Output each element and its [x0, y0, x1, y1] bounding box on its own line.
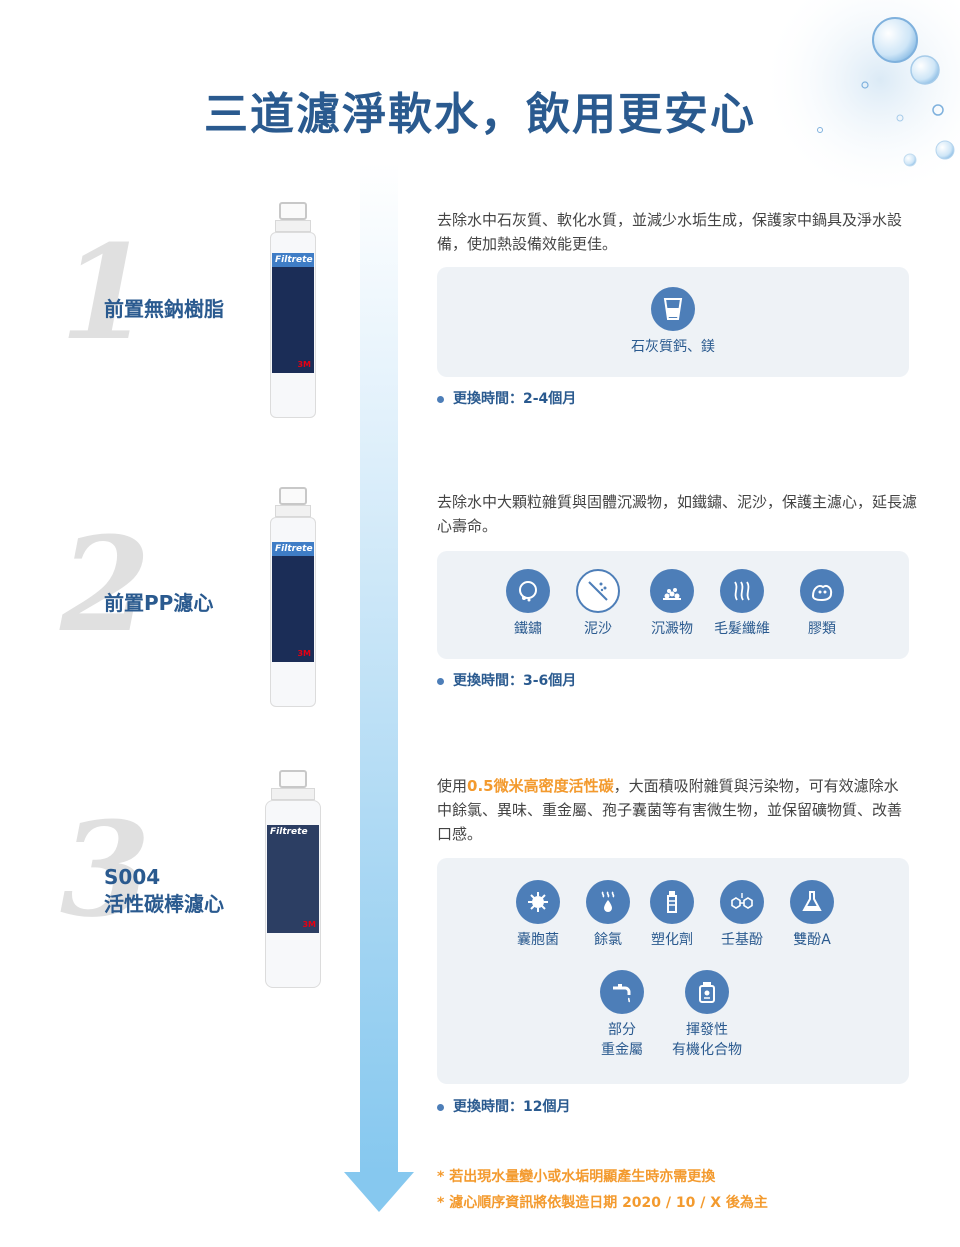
icon-label: 石灰質鈣、鎂 — [631, 339, 715, 355]
plastic-bottle-icon — [650, 880, 694, 924]
bullet-dot — [437, 395, 444, 403]
icon-label: 膠類 — [808, 621, 836, 637]
replace-text: 更換時間：3-6個月 — [453, 673, 577, 689]
chlorine-icon — [586, 880, 630, 924]
filter-logo-2: 3M — [297, 649, 311, 658]
flask-icon — [790, 880, 834, 924]
note-replace-condition: * 若出現水量變小或水垢明顯產生時亦需更換 — [437, 1169, 716, 1185]
faucet-icon — [600, 970, 644, 1014]
stage-3-name-code: S004 — [104, 865, 161, 889]
stage-2-description: 去除水中大顆粒雜質與固體沉澱物，如鐵鏽、泥沙，保護主濾心，延長濾心壽命。 — [437, 493, 918, 535]
stage-1-icon-panel: 石灰質鈣、鎂 — [437, 267, 909, 377]
filter-image-3: Filtrete 3M — [265, 770, 321, 988]
icon-label: 揮發性 有機化合物 — [662, 1020, 752, 1060]
desc-prefix: 使用 — [437, 777, 468, 795]
stage-3-name-type: 活性碳棒濾心 — [104, 892, 224, 916]
sand-icon — [576, 569, 620, 613]
stage-3-name: S004 活性碳棒濾心 — [104, 864, 224, 918]
stage-2-replace-time: 更換時間：3-6個月 — [437, 670, 576, 690]
chemical-jar-icon — [685, 970, 729, 1014]
replace-text: 更換時間：2-4個月 — [453, 391, 577, 407]
icon-label: 部分 重金屬 — [577, 1020, 667, 1060]
filter-brand-1: Filtrete — [272, 253, 314, 267]
stage-3-icon-panel: 囊胞菌 餘氯 塑化劑 壬基酚 雙酚A 部分 重金屬 揮發性 有機化合物 — [437, 858, 909, 1084]
bullet-dot — [437, 677, 444, 685]
stage-number-1: 1 — [60, 216, 151, 369]
rusty-pipe-icon — [506, 569, 550, 613]
icon-item-limestone: 石灰質鈣、鎂 — [628, 287, 718, 357]
icon-item-hair: 毛髮纖維 — [697, 569, 787, 639]
icon-item-voc: 揮發性 有機化合物 — [662, 970, 752, 1060]
stage-2-icon-panel: 鐵鏽 泥沙 沉澱物 毛髮纖維 膠類 — [437, 551, 909, 659]
flow-arrow-shaft — [360, 163, 398, 1173]
icon-item-colloid: 膠類 — [777, 569, 867, 639]
replace-text: 更換時間：12個月 — [453, 1099, 571, 1115]
hair-fiber-icon — [720, 569, 764, 613]
bullet-dot — [437, 1103, 444, 1111]
desc-highlight: 0.5微米高密度活性碳 — [467, 777, 614, 795]
colloid-icon — [800, 569, 844, 613]
icon-item-heavy-metal: 部分 重金屬 — [577, 970, 667, 1060]
filter-brand-2: Filtrete — [272, 542, 314, 556]
note-filter-order: * 濾心順序資訊將依製造日期 2020 / 10 / X 後為主 — [437, 1195, 768, 1211]
molecule-icon — [720, 880, 764, 924]
filter-logo-3: 3M — [302, 920, 316, 929]
stage-1-description: 去除水中石灰質、軟化水質，並減少水垢生成，保護家中鍋具及淨水設備，使加熱設備效能… — [437, 211, 903, 253]
stage-1-replace-time: 更換時間：2-4個月 — [437, 388, 576, 408]
sediment-icon — [650, 569, 694, 613]
water-glass-icon — [651, 287, 695, 331]
stage-1-name: 前置無鈉樹脂 — [104, 297, 224, 321]
filter-image-2: Filtrete 3M — [270, 487, 316, 707]
water-bubbles-decoration — [760, 0, 960, 200]
bacteria-icon — [516, 880, 560, 924]
icon-label-line2: 有機化合物 — [672, 1042, 742, 1058]
filter-image-1: Filtrete 3M — [270, 202, 316, 418]
filter-logo-1: 3M — [297, 360, 311, 369]
stage-3-replace-time: 更換時間：12個月 — [437, 1096, 570, 1116]
stage-number-2: 2 — [60, 508, 151, 661]
icon-label-line1: 揮發性 — [686, 1022, 728, 1038]
filter-brand-3: Filtrete — [267, 825, 319, 839]
icon-label-line1: 部分 — [608, 1022, 636, 1038]
icon-label: 毛髮纖維 — [714, 621, 770, 637]
icon-item-bpa: 雙酚A — [767, 880, 857, 950]
icon-label: 雙酚A — [793, 932, 831, 948]
icon-label-line2: 重金屬 — [601, 1042, 643, 1058]
stage-2-name: 前置PP濾心 — [104, 591, 214, 615]
stage-3-description: 使用0.5微米高密度活性碳，大面積吸附雜質與污染物，可有效濾除水中餘氯、異味、重… — [437, 774, 912, 846]
flow-arrow-head — [344, 1172, 414, 1212]
